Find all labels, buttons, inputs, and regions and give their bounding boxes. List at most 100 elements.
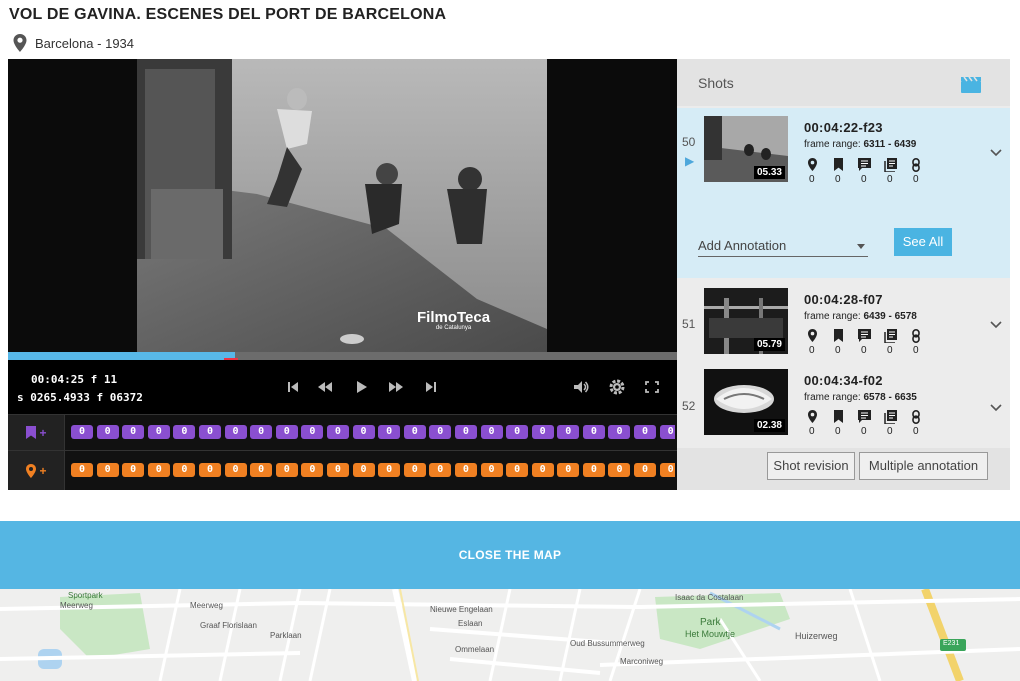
timecode-display: 00:04:25 f 11 s 0265.4933 f 06372	[17, 371, 143, 407]
bookmark-chip[interactable]: 0	[531, 425, 554, 439]
bookmark-chip[interactable]: 0	[480, 425, 503, 439]
location-chip[interactable]: 0	[224, 463, 247, 477]
add-bookmark-button[interactable]: +	[8, 415, 65, 450]
location-chip[interactable]: 0	[71, 463, 93, 477]
location-chip[interactable]: 0	[557, 463, 580, 477]
location-chip[interactable]: 0	[147, 463, 170, 477]
library-count[interactable]: 0	[884, 329, 910, 356]
multiple-annotation-button[interactable]: Multiple annotation	[859, 452, 988, 480]
bookmark-chip[interactable]: 0	[352, 425, 375, 439]
location-chip[interactable]: 0	[96, 463, 119, 477]
location-chip[interactable]: 0	[531, 463, 554, 477]
bookmark-chip[interactable]: 0	[378, 425, 401, 439]
location-chip[interactable]: 0	[582, 463, 605, 477]
bookmark-chip[interactable]: 0	[454, 425, 477, 439]
skip-to-start-icon[interactable]	[283, 378, 303, 396]
location-chip[interactable]: 0	[378, 463, 401, 477]
chevron-down-icon[interactable]	[990, 404, 1002, 412]
shot-thumbnail[interactable]: 05.33	[704, 116, 788, 182]
settings-gear-icon[interactable]	[607, 378, 627, 396]
chevron-down-icon[interactable]	[990, 321, 1002, 329]
comment-count[interactable]: 0	[858, 329, 884, 356]
video-viewport[interactable]: FilmoTeca de Catalunya	[8, 59, 677, 354]
library-count[interactable]: 0	[884, 158, 910, 185]
bookmark-chip[interactable]: 0	[173, 425, 196, 439]
bookmark-chip[interactable]: 0	[122, 425, 145, 439]
timecode-line-2: s 0265.4933 f 06372	[17, 391, 143, 404]
location-chip[interactable]: 0	[198, 463, 221, 477]
bookmark-chip[interactable]: 0	[403, 425, 426, 439]
location-chip[interactable]: 0	[250, 463, 273, 477]
bookmark-chip[interactable]: 0	[557, 425, 580, 439]
comment-count[interactable]: 0	[858, 410, 884, 437]
location-chip[interactable]: 0	[608, 463, 631, 477]
location-chip[interactable]: 0	[122, 463, 145, 477]
bookmark-chip[interactable]: 0	[608, 425, 631, 439]
bookmark-chip[interactable]: 0	[506, 425, 529, 439]
play-icon[interactable]	[351, 378, 371, 396]
bookmark-count[interactable]: 0	[832, 329, 858, 356]
rewind-icon[interactable]	[315, 378, 335, 396]
map-view[interactable]: Sportpark Meerweg Meerweg Graaf Florisla…	[0, 589, 1020, 681]
location-chip[interactable]: 0	[506, 463, 529, 477]
play-shot-icon[interactable]: ▶	[685, 154, 694, 168]
bookmark-count[interactable]: 0	[832, 410, 858, 437]
fullscreen-icon[interactable]	[642, 378, 662, 396]
seek-bar[interactable]	[8, 352, 677, 360]
location-chip[interactable]: 0	[301, 463, 324, 477]
comment-icon	[858, 158, 871, 171]
bookmark-chip[interactable]: 0	[275, 425, 298, 439]
map-road-shield: E231	[943, 640, 960, 647]
location-count[interactable]: 0	[806, 329, 832, 356]
location-chip[interactable]: 0	[352, 463, 375, 477]
location-chip[interactable]: 0	[326, 463, 349, 477]
link-count[interactable]: 0	[910, 158, 936, 185]
add-annotation-dropdown[interactable]: Add Annotation	[698, 238, 868, 257]
shot-item-50[interactable]: 50 ▶ 05.33 00:04:22-f23 frame range: 631…	[677, 108, 1010, 278]
clapperboard-icon[interactable]	[961, 76, 981, 93]
comment-count[interactable]: 0	[858, 158, 884, 185]
map-label: Meerweg	[190, 601, 223, 610]
bookmark-chip[interactable]: 0	[634, 425, 657, 439]
link-count[interactable]: 0	[910, 410, 936, 437]
bookmark-chip[interactable]: 0	[71, 425, 93, 439]
shot-thumbnail[interactable]: 02.38	[704, 369, 788, 435]
shot-thumbnail[interactable]: 05.79	[704, 288, 788, 354]
bookmark-chip[interactable]: 0	[250, 425, 273, 439]
link-count[interactable]: 0	[910, 329, 936, 356]
volume-icon[interactable]	[571, 378, 591, 396]
location-chip[interactable]: 0	[480, 463, 503, 477]
close-map-button[interactable]: CLOSE THE MAP	[0, 521, 1020, 589]
add-location-button[interactable]: +	[8, 451, 65, 490]
bookmark-chip[interactable]: 0	[659, 425, 675, 439]
bookmark-chip[interactable]: 0	[429, 425, 452, 439]
bookmark-chip[interactable]: 0	[326, 425, 349, 439]
location-chip[interactable]: 0	[454, 463, 477, 477]
see-all-button[interactable]: See All	[894, 228, 952, 256]
shot-item-51[interactable]: 51 05.79 00:04:28-f07 frame range: 6439 …	[677, 281, 1010, 361]
bookmark-chip[interactable]: 0	[582, 425, 605, 439]
bookmark-count[interactable]: 0	[832, 158, 858, 185]
location-chip[interactable]: 0	[403, 463, 426, 477]
location-chip[interactable]: 0	[634, 463, 657, 477]
shot-frame-range: frame range: 6439 - 6578	[804, 311, 917, 322]
bookmark-chip[interactable]: 0	[96, 425, 119, 439]
skip-to-end-icon[interactable]	[421, 378, 441, 396]
library-count[interactable]: 0	[884, 410, 910, 437]
location-chip[interactable]: 0	[659, 463, 675, 477]
location-count[interactable]: 0	[806, 410, 832, 437]
fast-forward-icon[interactable]	[386, 378, 406, 396]
bookmark-chip[interactable]: 0	[301, 425, 324, 439]
location-chip[interactable]: 0	[429, 463, 452, 477]
location-chip[interactable]: 0	[275, 463, 298, 477]
location-count[interactable]: 0	[806, 158, 832, 185]
bookmark-chip[interactable]: 0	[147, 425, 170, 439]
shot-item-52[interactable]: 52 02.38 00:04:34-f02 frame range: 6578 …	[677, 363, 1010, 443]
shot-revision-button[interactable]: Shot revision	[767, 452, 855, 480]
location-chip[interactable]: 0	[173, 463, 196, 477]
chevron-down-icon[interactable]	[990, 149, 1002, 157]
shot-duration: 05.33	[753, 166, 785, 179]
bookmark-track: + 000000000000000000000000	[8, 414, 677, 450]
bookmark-chip[interactable]: 0	[224, 425, 247, 439]
bookmark-chip[interactable]: 0	[198, 425, 221, 439]
